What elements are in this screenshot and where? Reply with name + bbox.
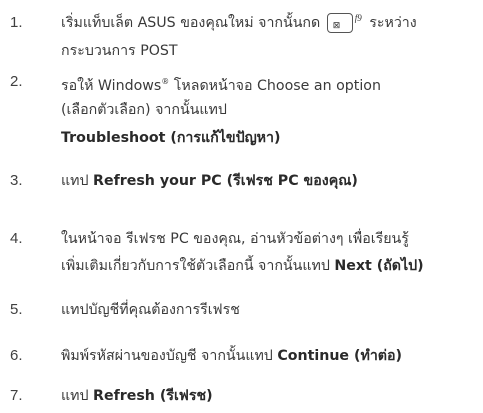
step-4-line-1: ในหน้าจอ รีเฟรช PC ของคุณ, อ่านหัวข้อต่า… bbox=[61, 231, 409, 247]
step-number: 2. bbox=[10, 73, 23, 90]
step-4-text: เพิ่มเติมเกี่ยวกับการใช้ตัวเลือกนี้ จากน… bbox=[61, 258, 335, 274]
step-4-bold: Next (ถัดไป) bbox=[334, 258, 424, 274]
step-number: 1. bbox=[10, 14, 23, 31]
f9-key-icon: ⊠ f9 bbox=[326, 13, 362, 33]
step-number: 7. bbox=[10, 387, 23, 404]
step-2-line-1: รอให้ Windows® โหลดหน้าจอ Choose an opti… bbox=[61, 72, 479, 96]
step-2-text-b: โหลดหน้าจอ Choose an option bbox=[169, 78, 381, 94]
step-7-line: แทป Refresh (รีเฟรช) bbox=[61, 386, 479, 406]
step-3-line: แทป Refresh your PC (รีเฟรช PC ของคุณ) bbox=[61, 171, 479, 191]
step-7-text: แทป bbox=[61, 388, 94, 404]
step-6-text: พิมพ์รหัสผ่านของบัญชี จากนั้นแทป bbox=[61, 348, 278, 364]
step-number: 3. bbox=[10, 172, 23, 189]
step-4-line-2: เพิ่มเติมเกี่ยวกับการใช้ตัวเลือกนี้ จากน… bbox=[61, 256, 479, 276]
step-1-text: เริ่มแท็บเล็ต ASUS ของคุณใหม่ จากนั้นกด bbox=[61, 15, 321, 31]
step-2-line-3: Troubleshoot (การแก้ไขปัญหา) bbox=[61, 130, 281, 146]
step-number: 4. bbox=[10, 230, 23, 247]
step-7-bold: Refresh (รีเฟรช) bbox=[93, 388, 213, 404]
step-2-text-a: รอให้ Windows bbox=[61, 78, 162, 94]
step-6-bold: Continue (ทำต่อ) bbox=[277, 348, 403, 364]
drive-icon: ⊠ bbox=[332, 21, 341, 31]
step-2-line-2: (เลือกตัวเลือก) จากนั้นแทป bbox=[61, 102, 227, 118]
step-3-text: แทป bbox=[61, 173, 94, 189]
step-number: 6. bbox=[10, 347, 23, 364]
step-1-text-after: ระหว่าง bbox=[369, 15, 417, 31]
step-1-line-2: กระบวนการ POST bbox=[61, 43, 178, 59]
step-1-line-1: เริ่มแท็บเล็ต ASUS ของคุณใหม่ จากนั้นกด … bbox=[61, 13, 479, 33]
step-6-line: พิมพ์รหัสผ่านของบัญชี จากนั้นแทป Continu… bbox=[61, 346, 479, 366]
f9-key-label: f9 bbox=[354, 13, 362, 23]
step-3-bold: Refresh your PC (รีเฟรช PC ของคุณ) bbox=[93, 173, 358, 189]
step-number: 5. bbox=[10, 301, 23, 318]
step-5-line: แทปบัญชีที่คุณต้องการรีเฟรช bbox=[61, 302, 240, 318]
